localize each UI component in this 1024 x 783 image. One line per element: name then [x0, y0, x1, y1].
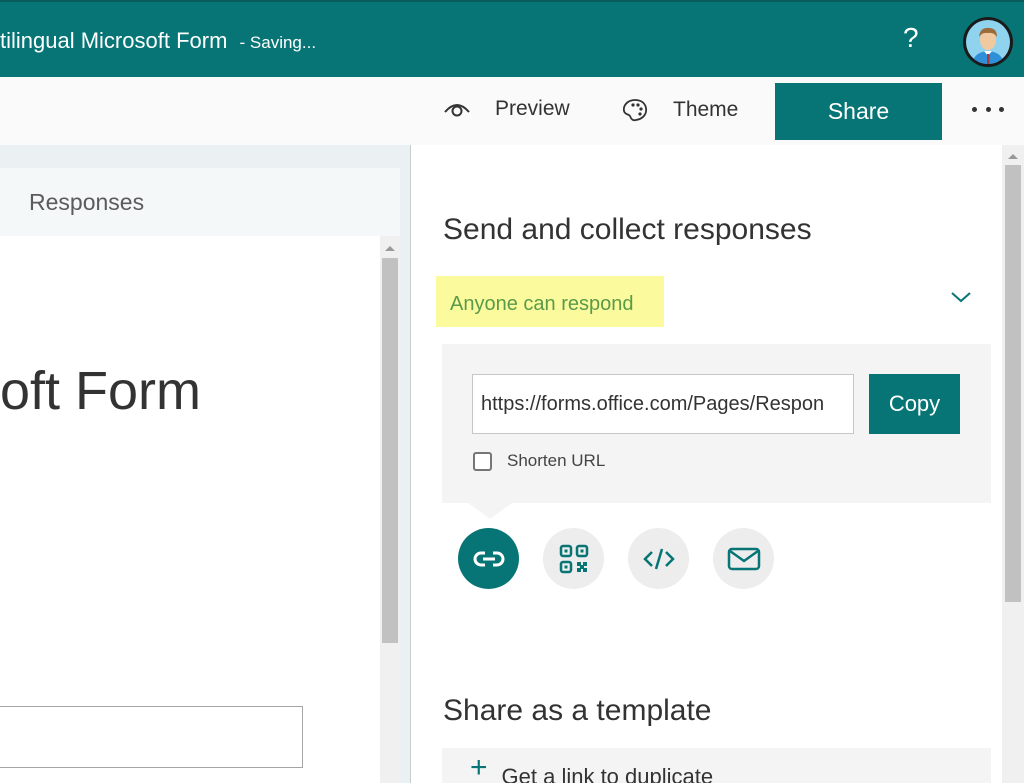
- share-url-input[interactable]: [472, 374, 854, 434]
- permission-dropdown[interactable]: Anyone can respond: [436, 276, 664, 327]
- more-options-button[interactable]: [972, 97, 1004, 121]
- app-header: tilingual Microsoft Form - Saving... ?: [0, 0, 1024, 77]
- send-collect-heading: Send and collect responses: [443, 213, 812, 246]
- share-method-options: [458, 528, 774, 589]
- avatar-icon: [966, 20, 1010, 64]
- form-description-input[interactable]: [0, 706, 303, 768]
- form-editor-panel: Responses oft Form: [0, 145, 411, 783]
- user-avatar[interactable]: [963, 17, 1013, 67]
- scrollbar-thumb[interactable]: [382, 258, 398, 643]
- editor-tab-bar: Responses: [0, 168, 400, 236]
- scroll-up-icon[interactable]: [1008, 154, 1018, 159]
- link-share-box: Copy Shorten URL: [442, 344, 991, 503]
- share-link-option[interactable]: [458, 528, 519, 589]
- command-bar: Preview Theme Share: [0, 77, 1024, 145]
- palette-icon: [622, 99, 648, 122]
- checkbox-box[interactable]: [473, 451, 492, 471]
- plus-icon: +: [470, 751, 488, 783]
- theme-label: Theme: [673, 98, 739, 121]
- permission-chevron[interactable]: [950, 290, 972, 309]
- preview-label: Preview: [495, 97, 570, 120]
- ellipsis-icon-dot: [999, 106, 1004, 112]
- save-status: - Saving...: [239, 33, 317, 52]
- help-button[interactable]: ?: [903, 22, 919, 54]
- form-title-header: tilingual Microsoft Form - Saving...: [0, 28, 316, 54]
- preview-button[interactable]: Preview: [443, 97, 570, 121]
- share-panel: Send and collect responses Anyone can re…: [412, 145, 1024, 783]
- copy-button[interactable]: Copy: [869, 374, 960, 434]
- form-canvas: oft Form: [0, 236, 380, 783]
- share-email-option[interactable]: [713, 528, 774, 589]
- ellipsis-icon-dot: [985, 106, 991, 112]
- active-option-pointer: [468, 503, 512, 519]
- forms-share-screen: tilingual Microsoft Form - Saving... ? P…: [0, 0, 1024, 783]
- scroll-up-icon[interactable]: [385, 246, 395, 251]
- share-template-heading: Share as a template: [443, 694, 712, 727]
- scrollbar-thumb[interactable]: [1005, 165, 1021, 602]
- shorten-url-checkbox[interactable]: Shorten URL: [473, 451, 605, 471]
- embed-code-icon: [642, 548, 675, 569]
- share-button[interactable]: Share: [775, 83, 942, 140]
- shorten-url-label: Shorten URL: [507, 451, 606, 470]
- eye-icon: [444, 104, 470, 117]
- form-heading[interactable]: oft Form: [0, 360, 201, 422]
- email-icon: [727, 547, 760, 570]
- link-icon: [473, 551, 504, 566]
- tab-responses[interactable]: Responses: [29, 189, 144, 216]
- share-embed-option[interactable]: [628, 528, 689, 589]
- theme-button[interactable]: Theme: [621, 97, 738, 123]
- qr-code-icon: [559, 544, 588, 573]
- get-duplicate-link-button[interactable]: + Get a link to duplicate: [442, 748, 991, 783]
- duplicate-link-label: Get a link to duplicate: [501, 764, 714, 783]
- form-name: tilingual Microsoft Form: [0, 28, 228, 53]
- share-panel-scrollbar[interactable]: [1002, 145, 1024, 783]
- chevron-down-icon: [951, 292, 971, 303]
- ellipsis-icon-dot: [972, 106, 977, 112]
- share-qr-option[interactable]: [543, 528, 604, 589]
- editor-scrollbar[interactable]: [380, 236, 400, 783]
